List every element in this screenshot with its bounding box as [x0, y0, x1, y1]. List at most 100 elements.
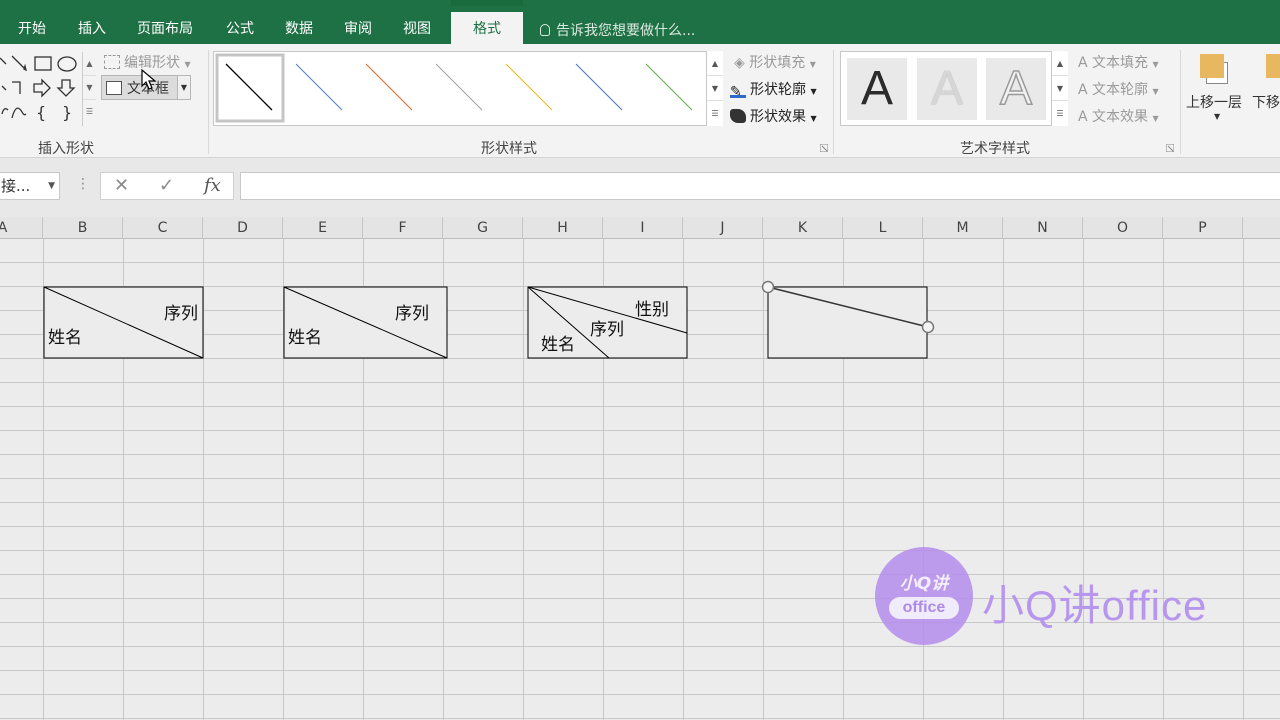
tab-insert[interactable]: 插入 [78, 18, 106, 38]
header-cell-box-4[interactable] [767, 286, 928, 359]
rectangle-shape-icon[interactable] [34, 56, 52, 71]
shape-outline-button[interactable]: ✎ 形状轮廓 ▼ [730, 79, 817, 100]
line-style-3[interactable] [365, 63, 413, 111]
insert-function-icon[interactable]: fx [204, 175, 221, 196]
connector-shape-icon[interactable] [1, 85, 7, 91]
line-style-5[interactable] [505, 63, 553, 111]
column-header-p[interactable]: P [1163, 217, 1243, 239]
box1-bottom-left-text: 姓名 [48, 328, 82, 348]
splitter-handle[interactable]: ⋮ [76, 176, 90, 192]
enter-icon[interactable]: ✓ [159, 175, 174, 196]
scroll-up-icon[interactable]: ▲ [83, 52, 96, 76]
column-header-f[interactable]: F [363, 217, 443, 239]
scroll-down-icon[interactable]: ▼ [1052, 76, 1068, 101]
tab-view[interactable]: 视图 [403, 18, 431, 38]
column-header-l[interactable]: L [843, 217, 923, 239]
scroll-up-icon[interactable]: ▲ [707, 51, 723, 76]
column-header-d[interactable]: D [203, 217, 283, 239]
wordart-group-label: 艺术字样式 [960, 141, 1030, 157]
tab-review[interactable]: 审阅 [344, 18, 372, 38]
column-header-e[interactable]: E [283, 217, 363, 239]
column-header-k[interactable]: K [763, 217, 843, 239]
right-arrow-shape-icon[interactable] [33, 78, 51, 98]
column-header-b[interactable]: B [43, 217, 123, 239]
column-header-a[interactable]: A [0, 217, 43, 239]
ribbon: { } ▲ ▼ ☰ 编辑形状 ▼ 文本框 ▼ 插入形状 ▲ ▼ ☰ ◈ 形状填充… [0, 44, 1280, 158]
styles-gallery-scroll[interactable]: ▲ ▼ ☰ [706, 51, 723, 126]
line-style-6[interactable] [575, 63, 623, 111]
tab-data[interactable]: 数据 [285, 18, 313, 38]
text-effects-button[interactable]: A 文本效果 ▼ [1078, 106, 1159, 126]
more-icon[interactable]: ☰ [83, 100, 96, 124]
lightbulb-icon [540, 24, 550, 36]
wordart-style-2[interactable]: A [917, 58, 977, 120]
watermark-logo: 小Q讲 office [875, 547, 973, 645]
column-header-m[interactable]: M [923, 217, 1003, 239]
scroll-up-icon[interactable]: ▲ [1052, 51, 1068, 76]
wordart-gallery-scroll[interactable]: ▲ ▼ ☰ [1051, 51, 1068, 126]
group-separator [208, 50, 209, 154]
wordart-style-3[interactable]: A [986, 58, 1046, 120]
name-box[interactable]: 接... ▼ [0, 172, 60, 200]
bring-forward-button[interactable]: 上移一层 ▼ [1186, 52, 1250, 130]
text-effects-icon: A [1078, 109, 1088, 125]
more-icon[interactable]: ☰ [1052, 101, 1068, 126]
tell-me-search[interactable]: 告诉我您想要做什么... [540, 20, 695, 40]
svg-text:}: } [62, 103, 72, 122]
line-start-handle[interactable] [761, 280, 775, 294]
box2-bottom-left-text: 姓名 [288, 328, 322, 348]
shape-effects-button[interactable]: 形状效果 ▼ [730, 106, 817, 126]
line-style-1[interactable] [225, 63, 273, 111]
line-style-7[interactable] [645, 63, 693, 111]
shape-fill-button[interactable]: ◈ 形状填充 ▼ [734, 52, 816, 72]
freeform-shape-icon[interactable] [11, 107, 27, 119]
tab-format[interactable]: 格式 [451, 12, 523, 44]
box3-middle-text: 序列 [590, 320, 624, 340]
box3-top-text: 性别 [635, 300, 669, 320]
spreadsheet-grid[interactable]: 序列 姓名 序列 姓名 性别 序列 姓名 [0, 239, 1280, 720]
wordart-style-1[interactable]: A [847, 58, 907, 120]
column-header-g[interactable]: G [443, 217, 523, 239]
group-separator [1180, 50, 1181, 154]
column-header-h[interactable]: H [523, 217, 603, 239]
wordart-styles-gallery[interactable]: A A A [840, 51, 1068, 126]
column-header-i[interactable]: I [603, 217, 683, 239]
tab-page-layout[interactable]: 页面布局 [137, 18, 193, 38]
cancel-icon[interactable]: ✕ [114, 175, 129, 196]
more-icon[interactable]: ☰ [707, 101, 723, 126]
column-header-n[interactable]: N [1003, 217, 1083, 239]
text-fill-button[interactable]: A 文本填充 ▼ [1078, 52, 1159, 72]
line-shape-icon[interactable] [0, 57, 7, 65]
formula-buttons: ✕ ✓ fx [100, 172, 234, 200]
shape-styles-gallery[interactable] [213, 51, 723, 126]
tab-formulas[interactable]: 公式 [226, 18, 254, 38]
textbox-dropdown-icon[interactable]: ▼ [177, 76, 190, 99]
chevron-down-icon[interactable]: ▼ [48, 173, 55, 199]
shapes-gallery-scroll[interactable]: ▲ ▼ ☰ [82, 52, 96, 126]
paint-bucket-icon: ◈ [734, 55, 745, 71]
text-outline-icon: A [1078, 82, 1088, 98]
box1-top-right-text: 序列 [164, 304, 198, 324]
column-header-o[interactable]: O [1083, 217, 1163, 239]
text-outline-button[interactable]: A 文本轮廓 ▼ [1078, 79, 1159, 99]
down-arrow-shape-icon[interactable] [56, 79, 76, 97]
scroll-down-icon[interactable]: ▼ [707, 76, 723, 101]
curve-shape-icon[interactable] [1, 108, 9, 115]
formula-input[interactable] [240, 172, 1280, 200]
tab-home[interactable]: 开始 [18, 18, 46, 38]
elbow-connector-icon[interactable] [12, 81, 21, 94]
textbox-icon [106, 81, 122, 95]
send-backward-button[interactable]: 下移 [1252, 52, 1280, 130]
dialog-launcher-icon[interactable] [1166, 144, 1174, 152]
dialog-launcher-icon[interactable] [820, 144, 828, 152]
line-style-4[interactable] [435, 63, 483, 111]
column-header-j[interactable]: J [683, 217, 763, 239]
line-end-handle[interactable] [921, 320, 935, 334]
oval-shape-icon[interactable] [57, 56, 77, 72]
column-header-c[interactable]: C [123, 217, 203, 239]
ribbon-tab-bar: 开始 插入 页面布局 公式 数据 审阅 视图 格式 告诉我您想要做什么... [0, 0, 1280, 44]
scroll-down-icon[interactable]: ▼ [83, 76, 96, 100]
line-style-2[interactable] [295, 63, 343, 111]
edit-shape-icon [104, 55, 120, 69]
shape-effects-icon [730, 109, 746, 123]
